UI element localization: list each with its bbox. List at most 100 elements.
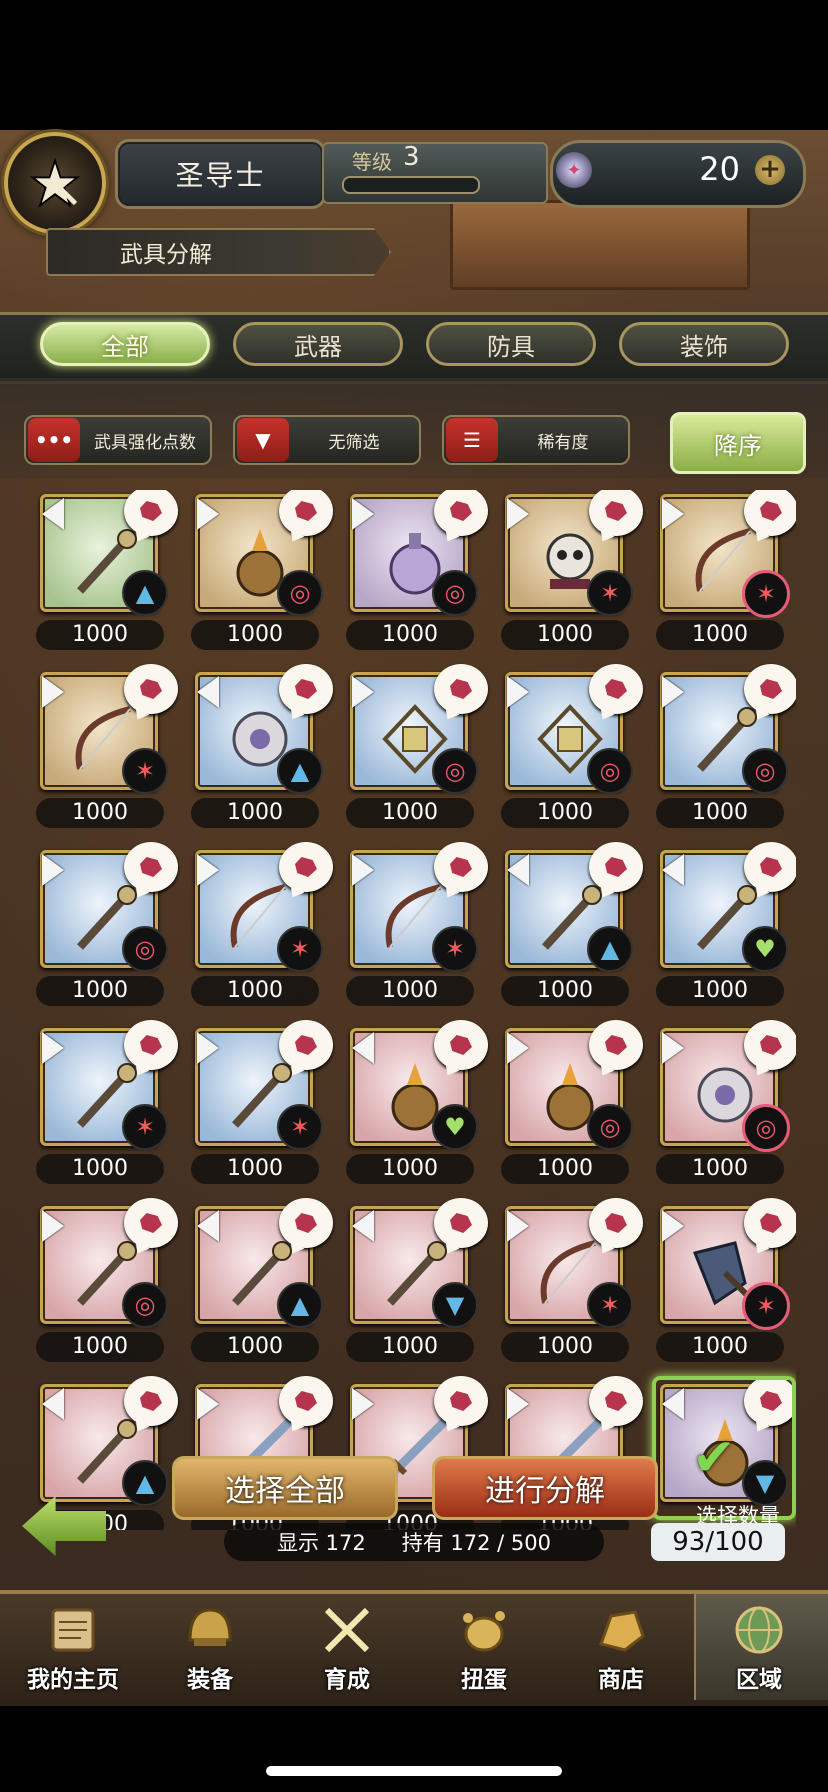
- grid-item[interactable]: ◎ 1000: [36, 1198, 178, 1370]
- up-badge-icon: ▲: [277, 748, 323, 794]
- swirl-badge-icon: ◎: [122, 926, 168, 972]
- nav-equipment[interactable]: 装备: [145, 1594, 275, 1698]
- triangle-marker-icon: [507, 676, 529, 708]
- grid-item[interactable]: ◎ 1000: [656, 664, 796, 836]
- grid-item[interactable]: ◎ 1000: [346, 664, 488, 836]
- item-quantity: 1000: [191, 1154, 319, 1184]
- sort-rarity-button[interactable]: ☰ 稀有度: [442, 415, 630, 465]
- grid-item[interactable]: ◎ 1000: [36, 842, 178, 1014]
- nav-gacha[interactable]: 扭蛋: [419, 1594, 549, 1698]
- triangle-marker-icon: [507, 1032, 529, 1064]
- grid-item[interactable]: ✶ 1000: [656, 1198, 796, 1370]
- class-emblem-icon[interactable]: [4, 132, 106, 234]
- level-label: 等级: [352, 150, 392, 174]
- grid-item[interactable]: ♥ 1000: [346, 1020, 488, 1192]
- triangle-marker-icon: [42, 1388, 64, 1420]
- grid-item[interactable]: ✶ 1000: [346, 842, 488, 1014]
- grid-item[interactable]: ✶ 1000: [501, 490, 643, 658]
- nav-shop-label: 商店: [598, 1667, 644, 1693]
- checkmark-icon: ✔: [692, 1428, 736, 1488]
- tab-armor[interactable]: 防具: [426, 322, 596, 366]
- item-quantity: 1000: [501, 798, 629, 828]
- swirl-badge-icon: ◎: [432, 748, 478, 794]
- item-quantity: 1000: [36, 620, 164, 650]
- sort-order-button[interactable]: 降序: [670, 412, 806, 474]
- grid-item[interactable]: ◎ 1000: [501, 1020, 643, 1192]
- crystal-icon: [279, 842, 333, 892]
- swirl-badge-icon: ◎: [587, 748, 633, 794]
- crystal-icon: [434, 490, 488, 536]
- grid-item[interactable]: ✶ 1000: [656, 490, 796, 658]
- globe-icon: [735, 1606, 783, 1654]
- grid-item[interactable]: ✶ 1000: [501, 1198, 643, 1370]
- claw-badge-icon: ✶: [587, 1282, 633, 1328]
- crystal-icon: [279, 1376, 333, 1426]
- nav-zone[interactable]: 区域: [694, 1594, 824, 1698]
- triangle-marker-icon: [352, 1210, 374, 1242]
- triangle-marker-icon: [507, 1210, 529, 1242]
- page-title: 武具分解: [46, 228, 391, 276]
- triangle-marker-icon: [662, 498, 684, 530]
- grid-item[interactable]: ✶ 1000: [191, 842, 333, 1014]
- triangle-marker-icon: [507, 1388, 529, 1420]
- triangle-marker-icon: [197, 1210, 219, 1242]
- nav-home[interactable]: 我的主页: [8, 1594, 138, 1698]
- grid-item[interactable]: ◎ 1000: [656, 1020, 796, 1192]
- background-crate: [450, 200, 750, 290]
- grid-item[interactable]: ◎ 1000: [191, 490, 333, 658]
- grid-item[interactable]: ◎ 1000: [501, 664, 643, 836]
- crystal-icon: [589, 664, 643, 714]
- more-dots-icon: •••: [28, 418, 80, 462]
- crystal-icon: [744, 1198, 796, 1248]
- tab-weapons[interactable]: 武器: [233, 322, 403, 366]
- owned-count: 持有 172 / 500: [401, 1531, 552, 1555]
- up-badge-icon: ▲: [277, 1282, 323, 1328]
- grid-item[interactable]: ▲ 1000: [36, 490, 178, 658]
- item-grid[interactable]: ▲ 1000 ◎ 1000 ◎ 1000 ✶ 1000 ✶ 1000 ✶ 1000 ▲ 1000 ◎ 1000…: [36, 490, 796, 1530]
- claw-badge-icon: ✶: [122, 748, 168, 794]
- heart-badge-icon: ♥: [432, 1104, 478, 1150]
- grid-item[interactable]: ▲ 1000: [501, 842, 643, 1014]
- triangle-marker-icon: [662, 1210, 684, 1242]
- enhance-points-filter-button[interactable]: ••• 武具强化点数: [24, 415, 212, 465]
- nav-growth[interactable]: 育成: [282, 1594, 412, 1698]
- crystal-icon: [434, 842, 488, 892]
- grid-item[interactable]: ▲ 1000: [191, 1198, 333, 1370]
- triangle-marker-icon: [662, 676, 684, 708]
- add-gem-button[interactable]: +: [755, 155, 785, 185]
- tab-all[interactable]: 全部: [40, 322, 210, 366]
- filter-button[interactable]: ▼ 无筛选: [233, 415, 421, 465]
- crystal-icon: [589, 1198, 643, 1248]
- swirl-badge-icon: ◎: [742, 1104, 790, 1152]
- grid-item[interactable]: ✶ 1000: [36, 664, 178, 836]
- triangle-marker-icon: [197, 1032, 219, 1064]
- crystal-icon: [124, 1020, 178, 1070]
- nav-shop[interactable]: 商店: [556, 1594, 686, 1698]
- triangle-marker-icon: [42, 854, 64, 886]
- nav-home-label: 我的主页: [27, 1667, 119, 1693]
- crystal-icon: [434, 1198, 488, 1248]
- grid-item[interactable]: ✶ 1000: [191, 1020, 333, 1192]
- crystal-icon: [589, 490, 643, 536]
- tab-accessories[interactable]: 装饰: [619, 322, 789, 366]
- gold-icon: [599, 1610, 645, 1652]
- select-all-button[interactable]: 选择全部: [172, 1456, 398, 1520]
- decompose-button[interactable]: 进行分解: [432, 1456, 658, 1520]
- sort-bars-icon: ☰: [446, 418, 498, 462]
- crystal-icon: [744, 842, 796, 892]
- grid-item[interactable]: ◎ 1000: [346, 490, 488, 658]
- crystal-icon: [589, 842, 643, 892]
- item-quantity: 1000: [656, 1154, 784, 1184]
- crystal-icon: [744, 1020, 796, 1070]
- item-quantity: 1000: [36, 976, 164, 1006]
- triangle-marker-icon: [507, 498, 529, 530]
- crystal-icon: [124, 842, 178, 892]
- grid-item[interactable]: ▼ 1000: [346, 1198, 488, 1370]
- display-count: 显示 172: [276, 1531, 366, 1555]
- level-value: 3: [403, 142, 420, 172]
- grid-item[interactable]: ♥ 1000: [656, 842, 796, 1014]
- item-quantity: 1000: [191, 976, 319, 1006]
- grid-item[interactable]: ✶ 1000: [36, 1020, 178, 1192]
- grid-item[interactable]: ▲ 1000: [191, 664, 333, 836]
- nav-zone-label: 区域: [736, 1667, 782, 1693]
